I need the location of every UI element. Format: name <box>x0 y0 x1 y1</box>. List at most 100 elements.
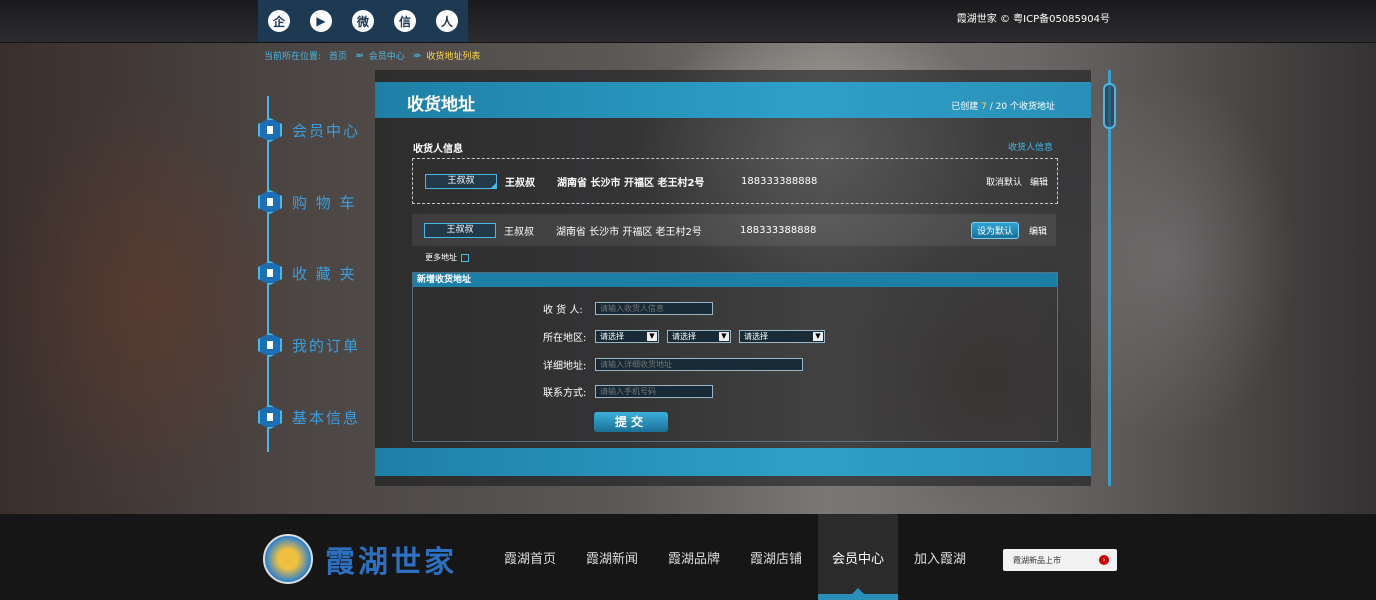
footer-nav-join[interactable]: 加入霞湖 <box>900 514 980 600</box>
video-icon[interactable]: ▶ <box>310 10 332 32</box>
footer-nav-stores[interactable]: 霞湖店铺 <box>736 514 816 600</box>
panel-header: 收货地址 已创建 7 / 20 个收货地址 <box>375 82 1091 118</box>
more-addresses-label: 更多地址 <box>425 253 457 262</box>
district-select-value: 请选择 <box>744 332 768 341</box>
breadcrumb-current: 收货地址列表 <box>426 52 481 62</box>
hexagon-icon <box>258 405 282 429</box>
wechat-icon[interactable]: 信 <box>394 10 416 32</box>
phone-input[interactable] <box>595 385 713 398</box>
address-count: 已创建 7 / 20 个收货地址 <box>951 99 1055 112</box>
submit-button[interactable]: 提交 <box>594 412 668 432</box>
address-panel: 收货地址 已创建 7 / 20 个收货地址 收货人信息 收货人信息 王叔叔 王叔… <box>375 70 1091 486</box>
chevron-down-icon: ▼ <box>813 332 823 341</box>
detail-label: 详细地址: <box>543 361 587 372</box>
detail-row: 详细地址: <box>543 357 803 372</box>
hexagon-icon <box>258 118 282 142</box>
selected-corner-icon <box>491 182 496 188</box>
footer-nav-home[interactable]: 霞湖首页 <box>490 514 570 600</box>
name-tag-label: 王叔叔 <box>446 224 474 235</box>
nav-item-label: 收 藏 夹 <box>292 264 357 283</box>
expand-checkbox-icon[interactable] <box>461 253 469 262</box>
recipient-address: 湖南省 长沙市 开福区 老王村2号 <box>557 177 705 189</box>
city-select-value: 请选择 <box>672 332 696 341</box>
recipient-address: 湖南省 长沙市 开福区 老王村2号 <box>556 226 702 238</box>
footer: 霞湖世家 霞湖首页 霞湖新闻 霞湖品牌 霞湖店铺 会员中心 加入霞湖 霞湖新品上… <box>0 514 1376 600</box>
footer-nav-news[interactable]: 霞湖新闻 <box>572 514 652 600</box>
promo-search-box[interactable]: 霞湖新品上市 › <box>1003 549 1117 571</box>
hexagon-icon <box>258 333 282 357</box>
new-address-header: 新增收货地址 <box>413 273 1057 287</box>
edit-button[interactable]: 编辑 <box>1029 224 1047 237</box>
count-prefix: 已创建 <box>951 102 979 112</box>
chevron-down-icon: ▼ <box>647 332 657 341</box>
promo-search-text: 霞湖新品上市 <box>1013 555 1061 565</box>
count-current: 7 <box>981 102 987 112</box>
recipient-name: 王叔叔 <box>505 177 535 189</box>
top-bar: 企 ▶ 微 信 人 霞湖世家 © 粤ICP备05085904号 <box>0 0 1376 43</box>
region-row: 所在地区: 请选择 ▼ 请选择 ▼ 请选择 ▼ <box>543 329 833 344</box>
count-suffix: 个收货地址 <box>1009 102 1055 112</box>
scrollbar-track[interactable] <box>1108 70 1111 486</box>
nav-item-label: 购 物 车 <box>292 193 357 212</box>
cancel-default-button[interactable]: 取消默认 <box>986 175 1022 188</box>
recipient-name: 王叔叔 <box>504 226 534 238</box>
breadcrumb-member[interactable]: 会员中心 <box>369 49 405 62</box>
breadcrumb-prefix: 当前所在位置: <box>264 52 322 62</box>
nav-item-member-center[interactable]: 会员中心 <box>258 118 360 142</box>
name-tag-label: 王叔叔 <box>447 175 475 186</box>
left-nav: 会员中心 购 物 车 收 藏 夹 我的订单 基本信息 <box>258 96 368 452</box>
receiver-label: 收 货 人: <box>543 305 583 316</box>
more-addresses-toggle[interactable]: 更多地址 <box>425 252 469 263</box>
new-address-form: 新增收货地址 收 货 人: 所在地区: 请选择 ▼ 请选择 ▼ 请选择 ▼ 详细地址:… <box>412 272 1058 442</box>
nav-item-favorites[interactable]: 收 藏 夹 <box>258 261 357 285</box>
set-default-button[interactable]: 设为默认 <box>970 221 1019 239</box>
nav-item-label: 我的订单 <box>292 336 361 355</box>
weibo-icon[interactable]: 微 <box>352 10 374 32</box>
footer-nav-member[interactable]: 会员中心 <box>818 514 898 600</box>
logo-emblem-icon <box>263 534 313 584</box>
region-label: 所在地区: <box>543 333 587 344</box>
panel-footer <box>375 448 1091 476</box>
footer-nav: 霞湖首页 霞湖新闻 霞湖品牌 霞湖店铺 会员中心 加入霞湖 <box>490 514 982 600</box>
receiver-info-link[interactable]: 收货人信息 <box>1008 140 1053 153</box>
social-bar: 企 ▶ 微 信 人 <box>258 0 468 42</box>
nav-item-label: 会员中心 <box>292 121 361 140</box>
count-max: 20 <box>995 102 1008 112</box>
receiver-info-label: 收货人信息 <box>413 144 463 155</box>
tencent-icon[interactable]: 企 <box>268 10 290 32</box>
edit-button[interactable]: 编辑 <box>1030 175 1048 188</box>
breadcrumb-separator-icon: »» <box>355 50 363 61</box>
city-select[interactable]: 请选择 ▼ <box>667 330 731 343</box>
count-separator: / <box>989 102 993 112</box>
footer-nav-brand[interactable]: 霞湖品牌 <box>654 514 734 600</box>
page-title: 收货地址 <box>407 95 475 115</box>
nav-item-orders[interactable]: 我的订单 <box>258 333 360 357</box>
receiver-row: 收 货 人: <box>543 301 713 316</box>
name-tag: 王叔叔 <box>424 222 496 238</box>
arrow-right-icon[interactable]: › <box>1099 555 1109 565</box>
province-select-value: 请选择 <box>600 332 624 341</box>
copyright-text: 霞湖世家 © 粤ICP备05085904号 <box>956 14 1110 25</box>
district-select[interactable]: 请选择 ▼ <box>739 330 825 343</box>
hexagon-icon <box>258 190 282 214</box>
chevron-down-icon: ▼ <box>719 332 729 341</box>
nav-item-label: 基本信息 <box>292 408 361 427</box>
recipient-phone: 188333388888 <box>740 224 817 236</box>
nav-item-profile[interactable]: 基本信息 <box>258 405 360 429</box>
logo-text: 霞湖世家 <box>325 545 457 580</box>
detail-address-input[interactable] <box>595 358 803 371</box>
brand-logo[interactable]: 霞湖世家 <box>263 534 457 584</box>
scrollbar-thumb[interactable] <box>1103 83 1116 129</box>
recipient-phone: 188333388888 <box>741 175 818 187</box>
hexagon-icon <box>258 261 282 285</box>
receiver-input[interactable] <box>595 302 713 315</box>
name-tag: 王叔叔 <box>425 173 497 189</box>
contact-label: 联系方式: <box>543 388 587 399</box>
address-row[interactable]: 王叔叔 王叔叔 湖南省 长沙市 开福区 老王村2号 188333388888 设… <box>412 214 1056 246</box>
user-icon[interactable]: 人 <box>436 10 458 32</box>
province-select[interactable]: 请选择 ▼ <box>595 330 659 343</box>
breadcrumb-home[interactable]: 首页 <box>329 49 347 62</box>
address-row-default[interactable]: 王叔叔 王叔叔 湖南省 长沙市 开福区 老王村2号 188333388888 取… <box>412 158 1058 204</box>
breadcrumb: 当前所在位置: 首页 »» 会员中心 »» 收货地址列表 <box>264 49 481 63</box>
nav-item-cart[interactable]: 购 物 车 <box>258 190 357 214</box>
